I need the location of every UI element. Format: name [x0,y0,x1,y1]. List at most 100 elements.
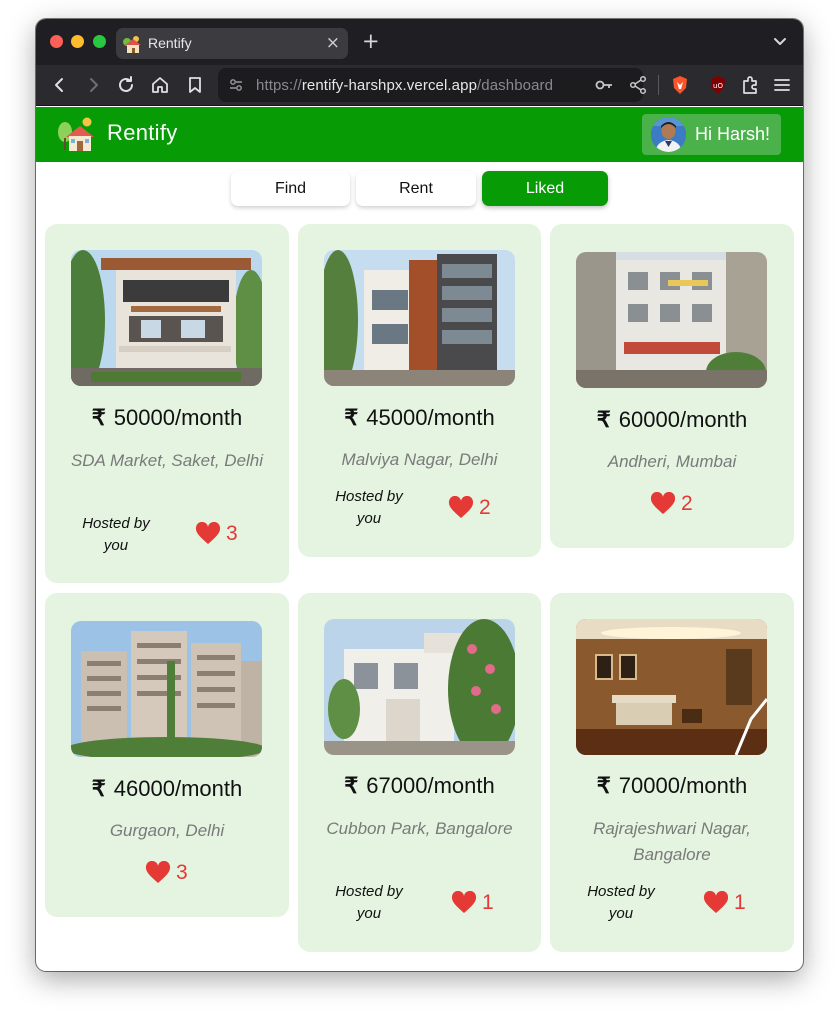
listing-image[interactable] [576,619,767,755]
living-room-image [576,619,767,755]
greeting-text: Hi Harsh! [695,124,771,144]
listing-price: ₹60000/month [550,407,794,433]
key-icon[interactable] [593,74,615,96]
rupee-symbol: ₹ [344,773,359,798]
listing-card[interactable]: ₹67000/month Cubbon Park, Bangalore Host… [298,593,541,952]
listing-card[interactable]: ₹45000/month Malviya Nagar, Delhi Hosted… [298,224,541,557]
brave-shield-icon[interactable] [668,73,692,97]
price-value: 46000/month [113,776,243,801]
listing-location: Andheri, Mumbai [607,452,737,471]
listing-location: Cubbon Park, Bangalore [326,819,513,838]
listing-card[interactable]: ₹60000/month Andheri, Mumbai 2 [550,224,794,548]
brand-name[interactable]: Rentify [107,120,178,146]
share-icon[interactable] [627,74,649,96]
toolbar-divider [658,75,659,95]
extensions-puzzle-icon[interactable] [738,73,762,97]
heart-icon [145,861,171,883]
apartment-building-image [324,250,515,386]
reload-icon[interactable] [114,73,138,97]
heart-icon [650,492,676,514]
like-button[interactable]: 2 [448,494,491,522]
listing-image[interactable] [71,250,262,386]
listing-price: ₹45000/month [298,405,541,431]
listing-card[interactable]: ₹50000/month SDA Market, Saket, Delhi Ho… [45,224,289,583]
hosted-by-label: Hosted by you [335,488,403,527]
price-value: 45000/month [366,405,495,430]
like-button[interactable]: 3 [145,859,188,887]
apartment-towers-image [71,621,262,757]
url-path: /dashboard [477,77,554,94]
price-value: 70000/month [618,773,748,798]
tab-close-icon[interactable]: × [326,33,340,53]
hosted-by-label: Hosted by you [82,515,150,554]
listing-image[interactable] [576,252,767,388]
hosted-by-label: Hosted by you [335,883,403,922]
bookmark-icon[interactable] [183,73,207,97]
url-host: rentify-harshpx.vercel.app [301,77,478,94]
listing-card[interactable]: ₹46000/month Gurgaon, Delhi 3 [45,593,289,917]
heart-icon [195,522,221,544]
forward-arrow-icon[interactable] [81,73,105,97]
house-logo-icon[interactable] [56,115,96,153]
listing-card[interactable]: ₹70000/month Rajrajeshwari Nagar, Bangal… [550,593,794,952]
browser-window: Rentify × + https://rentify-harshpx.verc… [36,19,803,971]
like-count: 3 [226,522,238,545]
listing-image[interactable] [324,619,515,755]
ublock-icon[interactable]: uO [706,73,730,97]
listing-location: Rajrajeshwari Nagar, Bangalore [593,819,751,864]
heart-icon [451,891,477,913]
listing-image[interactable] [324,250,515,386]
rupee-symbol: ₹ [596,773,611,798]
user-portrait-icon [651,117,686,152]
maximize-window-button[interactable] [93,35,106,48]
listing-price: ₹50000/month [45,405,289,431]
price-value: 50000/month [113,405,243,430]
like-count: 1 [482,891,494,914]
like-button[interactable]: 1 [451,889,494,917]
address-bar[interactable]: https://rentify-harshpx.vercel.app/dashb… [218,68,643,102]
view-tabs: Find Rent Liked [36,171,803,207]
hosted-by-label: Hosted by you [587,883,655,922]
tab-rent[interactable]: Rent [356,171,476,206]
browser-titlebar: Rentify × + [36,19,803,65]
site-settings-icon[interactable] [228,77,244,93]
house-favicon-icon [123,36,141,53]
rupee-symbol: ₹ [596,407,611,432]
tab-find[interactable]: Find [231,171,350,206]
minimize-window-button[interactable] [71,35,84,48]
rupee-symbol: ₹ [91,776,106,801]
close-window-button[interactable] [50,35,63,48]
back-arrow-icon[interactable] [48,73,72,97]
heart-icon [703,891,729,913]
like-count: 2 [479,496,491,519]
like-button[interactable]: 1 [703,889,746,917]
svg-text:uO: uO [713,82,723,90]
url-text: https://rentify-harshpx.vercel.app/dashb… [256,77,553,94]
home-icon[interactable] [148,73,172,97]
heart-icon [448,496,474,518]
price-value: 67000/month [366,773,495,798]
avatar [651,117,686,152]
tab-liked[interactable]: Liked [482,171,608,206]
like-count: 3 [176,861,188,884]
rupee-symbol: ₹ [344,405,359,430]
user-menu-button[interactable]: Hi Harsh! [642,114,781,155]
listing-price: ₹67000/month [298,773,541,799]
modern-house-image [71,250,262,386]
like-button[interactable]: 3 [195,520,238,548]
chevron-down-icon[interactable] [771,32,789,50]
browser-tab[interactable]: Rentify × [116,28,348,59]
listing-price: ₹46000/month [45,776,289,802]
like-button[interactable]: 2 [650,490,693,518]
old-city-building-image [576,252,767,388]
listing-price: ₹70000/month [550,773,794,799]
new-tab-button[interactable]: + [362,29,380,53]
rupee-symbol: ₹ [91,405,106,430]
url-scheme: https:// [256,77,302,94]
listing-image[interactable] [71,621,262,757]
price-value: 60000/month [618,407,748,432]
listing-location: Malviya Nagar, Delhi [341,450,498,469]
menu-hamburger-icon[interactable] [770,73,794,97]
app-header: Rentify Hi Harsh! [36,107,803,162]
tab-title: Rentify [148,35,192,51]
